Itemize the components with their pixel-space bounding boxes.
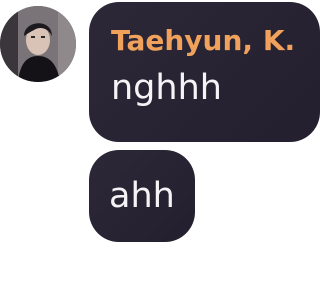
sender-name[interactable]: Taehyun, K.: [111, 24, 298, 58]
chat-thread: Taehyun, K. nghhh ahh: [0, 0, 320, 297]
avatar-image: [0, 6, 76, 82]
message-bubble[interactable]: Taehyun, K. nghhh: [89, 2, 320, 142]
message-text: nghhh: [111, 68, 222, 108]
avatar[interactable]: [0, 6, 76, 82]
message-text: ahh: [109, 176, 175, 216]
message-bubble[interactable]: ahh: [89, 150, 195, 242]
